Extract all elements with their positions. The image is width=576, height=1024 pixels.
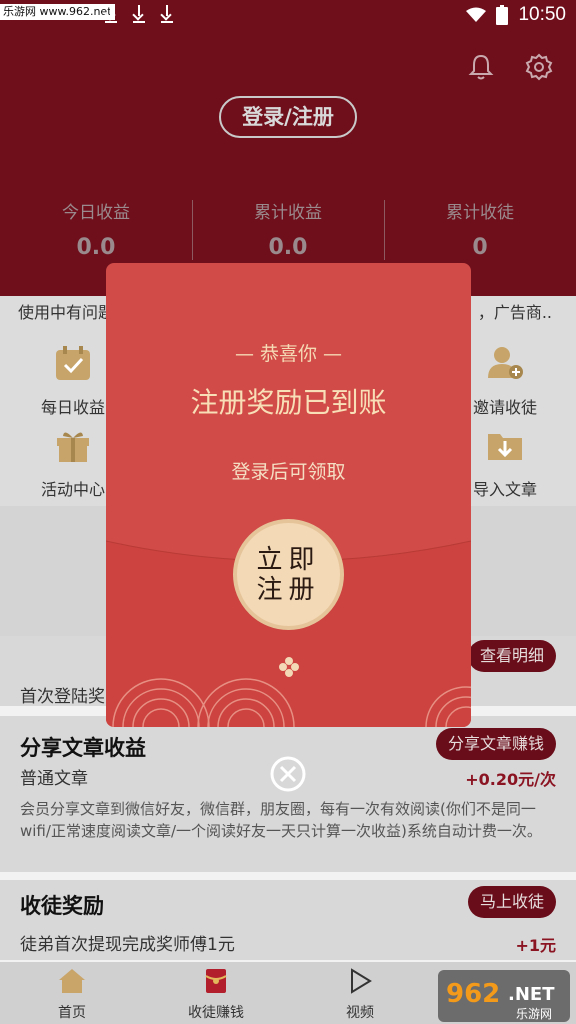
red-packet-dialog: — 恭喜你 — 注册奖励已到账 登录后可领取 立即注册 (106, 263, 471, 727)
site-logo: 962 .NET 乐游网 (438, 970, 570, 1022)
register-now-button[interactable]: 立即注册 (233, 519, 344, 630)
svg-text:乐游网: 乐游网 (516, 1007, 552, 1021)
wave-pattern (112, 678, 471, 727)
dialog-title: 注册奖励已到账 (190, 386, 387, 419)
congrats-text: — 恭喜你 — (234, 343, 343, 365)
dialog-subtitle: 登录后可领取 (231, 461, 346, 483)
close-icon[interactable] (269, 755, 307, 793)
register-now-label: 立即注册 (256, 544, 321, 605)
svg-text:962: 962 (446, 979, 500, 1009)
svg-text:.NET: .NET (508, 984, 555, 1005)
